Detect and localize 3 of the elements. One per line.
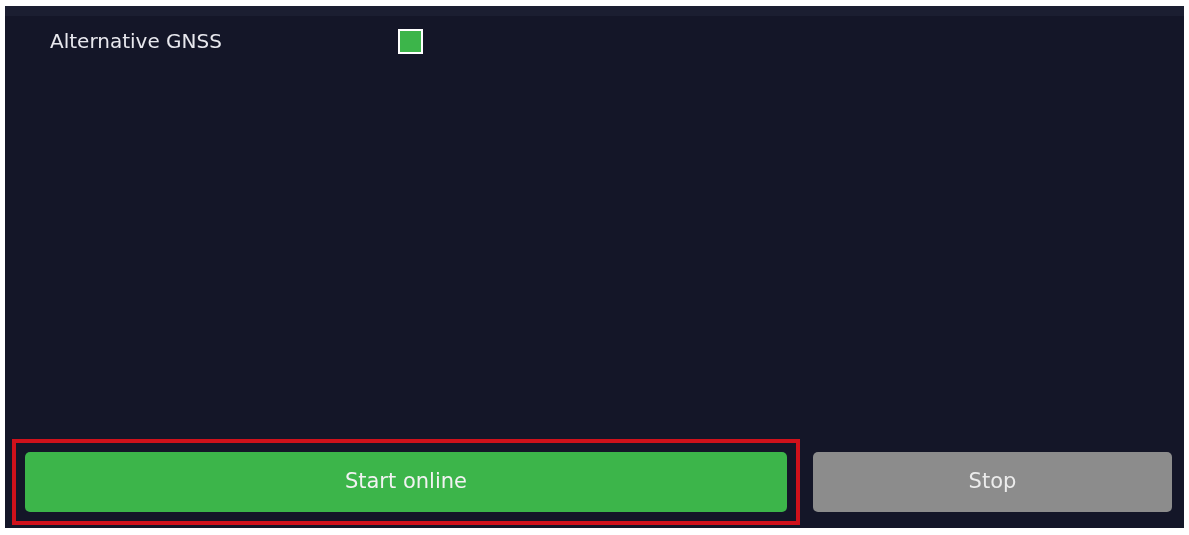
- action-button[interactable]: Start online: [25, 452, 787, 512]
- option-label: Alternative GNSS: [50, 28, 223, 55]
- checkbox[interactable]: [398, 28, 423, 54]
